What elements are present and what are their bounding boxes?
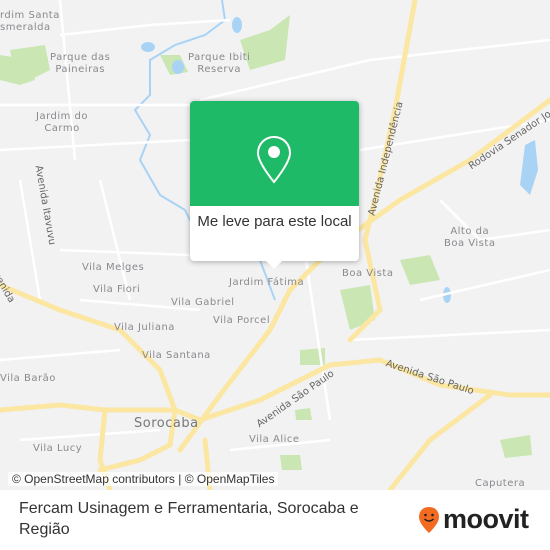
place-label-caputera: Caputera — [475, 478, 526, 489]
map[interactable]: rdim Santa smeralda Parque das Paineiras P… — [0, 0, 550, 490]
popup-header — [190, 101, 359, 206]
moovit-pin-icon — [419, 506, 439, 533]
place-label-parque-ibiti-reserva: Parque Ibiti Reserva — [188, 52, 251, 75]
place-label-jardim-fatima: Jardim Fátima — [229, 277, 305, 288]
place-label-vila-porcel: Vila Porcel — [213, 315, 271, 326]
directions-popup[interactable]: Me leve para este local — [190, 101, 359, 269]
place-label-vila-santana: Vila Santana — [142, 350, 211, 361]
place-label-boa-vista: Boa Vista — [342, 268, 394, 279]
popup-arrow — [266, 261, 282, 269]
place-title: Fercam Usinagem e Ferramentaria, Sorocab… — [19, 500, 359, 538]
directions-button[interactable]: Me leve para este local — [190, 206, 359, 233]
map-pin-icon — [256, 135, 292, 184]
place-label-vila-lucy: Vila Lucy — [33, 443, 83, 454]
moovit-wordmark: moovit — [443, 504, 529, 534]
place-label-vila-alice: Vila Alice — [249, 434, 300, 445]
moovit-logo[interactable]: moovit — [418, 504, 529, 535]
place-label-jardim-santa-esmeralda: rdim Santa smeralda — [0, 10, 60, 33]
place-label-jardim-do-carmo: Jardim do Carmo — [36, 111, 89, 134]
place-label-vila-barao: Vila Barão — [0, 373, 56, 384]
footer: Fercam Usinagem e Ferramentaria, Sorocab… — [0, 490, 550, 550]
place-label-vila-gabriel: Vila Gabriel — [171, 297, 235, 308]
place-label-vila-juliana: Vila Juliana — [114, 322, 175, 333]
place-label-alto-da-boa-vista: Alto da Boa Vista — [444, 226, 496, 249]
place-label-vila-melges: Vila Melges — [82, 262, 145, 273]
place-label-vila-fiori: Vila Fiori — [93, 284, 141, 295]
map-attribution[interactable]: © OpenStreetMap contributors | © OpenMap… — [8, 472, 279, 486]
place-label-parque-das-paineiras: Parque das Paineiras — [50, 52, 111, 75]
city-label-sorocaba: Sorocaba — [134, 416, 199, 431]
